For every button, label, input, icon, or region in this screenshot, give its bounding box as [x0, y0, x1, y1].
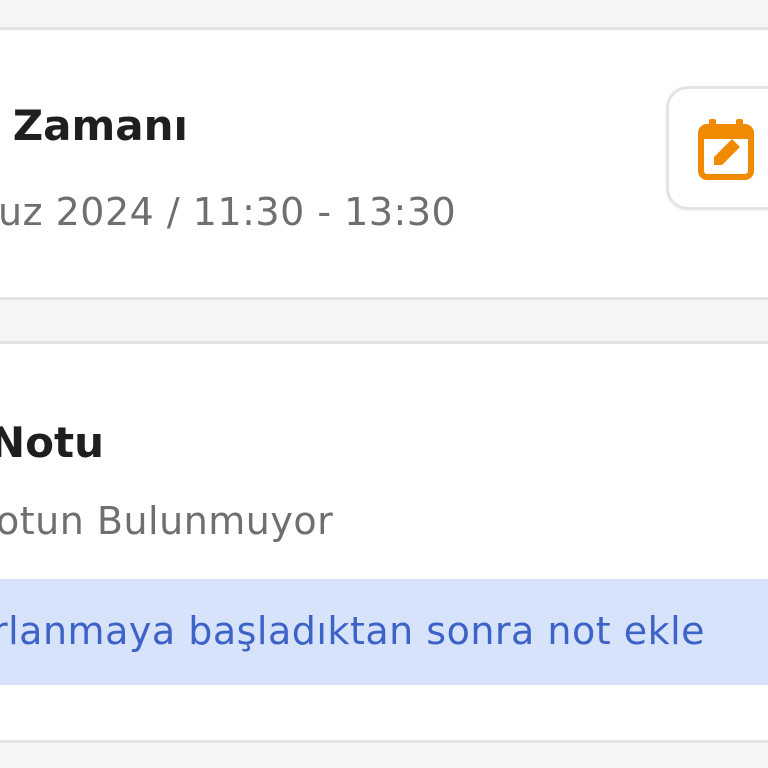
- appointment-time-card: t Zamanı uz 2024 / 11:30 - 13:30: [0, 27, 768, 300]
- edit-appointment-button[interactable]: [666, 86, 768, 210]
- page: t Zamanı uz 2024 / 11:30 - 13:30 Notu ot…: [0, 0, 768, 768]
- note-info-text: rlanmaya başladıktan sonra not ekle: [0, 609, 706, 653]
- appointment-note-card: Notu otun Bulunmuyor rlanmaya başladıkta…: [0, 341, 768, 743]
- calendar-edit-icon: [698, 119, 754, 180]
- appointment-datetime: uz 2024 / 11:30 - 13:30: [0, 190, 457, 234]
- no-note-text: otun Bulunmuyor: [0, 499, 334, 543]
- appointment-note-title: Notu: [0, 418, 104, 467]
- note-info-banner: rlanmaya başladıktan sonra not ekle: [0, 579, 768, 685]
- appointment-time-title: t Zamanı: [0, 101, 188, 150]
